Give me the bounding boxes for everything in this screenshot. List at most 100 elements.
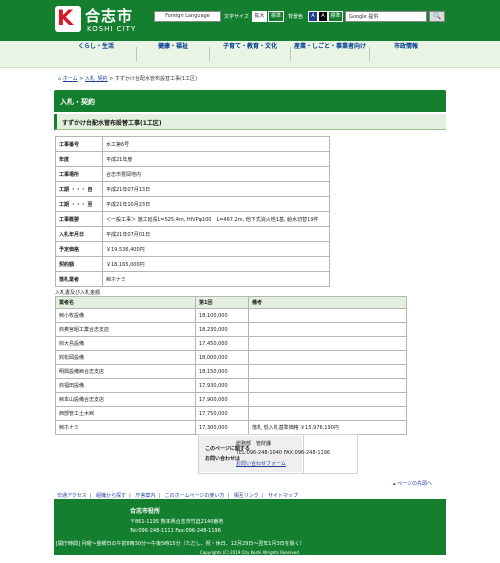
language-select[interactable]: Foreign Language	[154, 11, 221, 22]
bid-note	[248, 336, 407, 351]
info-row: 年度 平成21年度	[55, 151, 330, 167]
breadcrumb: ⌂ ホーム > 入札_契約 > すずかけ台配水管布設替工事(1工区)	[58, 75, 197, 82]
bid-note: 落札 低入札基準価格 ￥15,976,190円	[248, 420, 407, 435]
page-top-label: ページの先頭へ	[397, 481, 433, 487]
info-row: 落札業者 ㈱ホナミ	[55, 271, 330, 287]
nav-item-health[interactable]: 健康・福祉	[137, 41, 209, 67]
page-top-link[interactable]: ▴ ページの先頭へ	[393, 480, 432, 487]
info-row: 予定価格 ￥19,536,400円	[55, 241, 330, 257]
font-size-label: 文字サイズ	[224, 14, 249, 20]
contact-form-link[interactable]: お問い合わせフォーム	[236, 460, 286, 467]
info-value: ￥18,165,000円	[102, 256, 330, 272]
page-title-bar	[54, 90, 446, 112]
info-key: 予定価格	[55, 241, 103, 257]
bid-header-company: 業者名	[55, 296, 196, 309]
bid-row: ㈲奥宮組工業合志支店 18,230,000	[55, 322, 407, 337]
bid-amount: 17,300,000	[195, 420, 249, 435]
bid-row: ㈲松岡設備 18,000,000	[55, 350, 407, 365]
breadcrumb-separator: >	[79, 76, 84, 82]
info-row: 工事概要 ＜一般工事＞ 施工延長L=525.4m, HIVPφ100 L=467.…	[55, 211, 330, 227]
info-key: 工期 ・・・ 至	[55, 196, 103, 212]
info-row: 工期 ・・・ 自平成21年07月13日	[55, 181, 330, 197]
page-subtitle: すずかけ台配水管布設替工事(1工区)	[62, 120, 162, 127]
bid-row: ㈲福田設備 17,930,000	[55, 378, 407, 393]
bid-row: ㈱小牧設備 18,100,000	[55, 308, 407, 323]
bid-note	[248, 406, 407, 421]
contact-dept: 総務部 管財課	[236, 441, 272, 447]
bg-blue-button[interactable]: A	[308, 11, 318, 22]
breadcrumb-current: すずかけ台配水管布設替工事(1工区)	[114, 76, 198, 82]
info-key: 年度	[55, 151, 103, 167]
nav-item-city[interactable]: 市政情報	[370, 41, 442, 67]
bid-row: ㈲大島設備 17,450,000	[55, 336, 407, 351]
bid-note	[248, 392, 407, 407]
bid-amount: 18,100,000	[195, 308, 249, 323]
bg-normal-button[interactable]: 標準	[328, 11, 343, 22]
footer-links: 交通アクセス | 組織から探す | 庁舎案内 | このホームページの使い方 | 相互リン…	[57, 492, 298, 499]
city-logo-mark: K	[57, 6, 74, 30]
page-title: 入札・契約	[60, 98, 95, 106]
breadcrumb-home[interactable]: ホーム	[63, 76, 78, 82]
bid-row: 西部管工土木㈱ 17,750,000	[55, 406, 407, 421]
nav-item-business[interactable]: 産業・しごと・事業者向け	[291, 41, 369, 67]
info-key: 落札業者	[55, 271, 103, 287]
site-name[interactable]: 合志市	[85, 5, 133, 26]
search-icon: 🔍	[432, 12, 442, 20]
bid-amount: 17,450,000	[195, 336, 249, 351]
info-key: 契約額	[55, 256, 103, 272]
info-key: 工事番号	[55, 136, 103, 152]
footer-copyright: Copyrights (C) 2019 City Koshi Allrights…	[199, 550, 301, 555]
bid-header-note: 備考	[248, 296, 407, 309]
font-size-large-button[interactable]: 拡大	[252, 11, 267, 22]
bid-company: ㈲大島設備	[55, 336, 196, 351]
footer-org-name: 合志市役所	[130, 508, 161, 515]
bid-header-round1: 第1回	[195, 296, 249, 309]
info-value: 平成21年度	[102, 151, 330, 167]
info-value: 合志市豊岡地内	[102, 166, 330, 182]
info-row: 入札年月日 平成21年07月01日	[55, 226, 330, 242]
nav-item-life[interactable]: くらし・生活	[56, 41, 136, 67]
bid-note	[248, 322, 407, 337]
bid-note	[248, 378, 407, 393]
bid-amount: 18,000,000	[195, 350, 249, 365]
info-key: 工事場所	[55, 166, 103, 182]
bid-note	[248, 308, 407, 323]
info-key: 工期 ・・・ 自	[55, 181, 103, 197]
bid-row: ㈱本山設備合志支店 17,900,000	[55, 392, 407, 407]
nav-item-education[interactable]: 子育て・教育・文化	[210, 41, 290, 67]
footer-hours: [開庁時間] 月曜～金曜日の午前8時30分～午後5時15分（ただし、祝・休日、1…	[56, 541, 305, 547]
bid-amount: 17,750,000	[195, 406, 249, 421]
info-value: 平成21年07月01日	[102, 226, 330, 242]
breadcrumb-bidding[interactable]: 入札_契約	[85, 76, 108, 82]
info-row: 契約額 ￥18,165,000円	[55, 256, 330, 272]
contract-info-table: 工事番号 水工第6号 年度 平成21年度 工事場所 合志市豊岡地内 工期 ・・・ 自平成21…	[55, 136, 330, 287]
info-value: ＜一般工事＞ 施工延長L=525.4m, HIVPφ100 L=467.2m, …	[102, 211, 330, 227]
bid-amount: 18,150,000	[195, 364, 249, 379]
triangle-up-icon: ▴	[393, 481, 396, 487]
bid-amount: 17,930,000	[195, 378, 249, 393]
search-input[interactable]: Google 提供	[345, 11, 427, 22]
breadcrumb-separator: >	[109, 76, 114, 82]
bid-note	[248, 364, 407, 379]
bg-black-button[interactable]: A	[318, 11, 328, 22]
bid-row: 明興設備㈱合志支店 18,150,000	[55, 364, 407, 379]
bid-company: 西部管工土木㈱	[55, 406, 196, 421]
bid-table-label: 入札書及び入札金額	[55, 290, 101, 296]
contact-tel: TEL:096-248-1040 FAX:096-248-1196	[236, 450, 331, 456]
bid-table: 業者名 第1回 備考 ㈱小牧設備 18,100,000 ㈲奥宮組工業合志支店 18,2…	[55, 296, 407, 435]
contact-title-2: お問い合わせは	[205, 456, 241, 462]
info-value: 水工第6号	[102, 136, 330, 152]
info-key: 工事概要	[55, 211, 103, 227]
bid-company: ㈲奥宮組工業合志支店	[55, 322, 196, 337]
home-icon: ⌂	[58, 76, 62, 82]
bid-table-header-row: 業者名 第1回 備考	[55, 296, 407, 309]
bid-company: ㈱本山設備合志支店	[55, 392, 196, 407]
bid-company: ㈲福田設備	[55, 378, 196, 393]
info-value: ㈱ホナミ	[102, 271, 330, 287]
bid-company: ㈲松岡設備	[55, 350, 196, 365]
site-name-en: KOSHI CITY	[87, 25, 137, 33]
bid-amount: 17,900,000	[195, 392, 249, 407]
font-size-normal-button[interactable]: 標準	[268, 11, 284, 22]
search-button[interactable]: 🔍	[429, 11, 445, 22]
info-row: 工事番号 水工第6号	[55, 136, 330, 152]
